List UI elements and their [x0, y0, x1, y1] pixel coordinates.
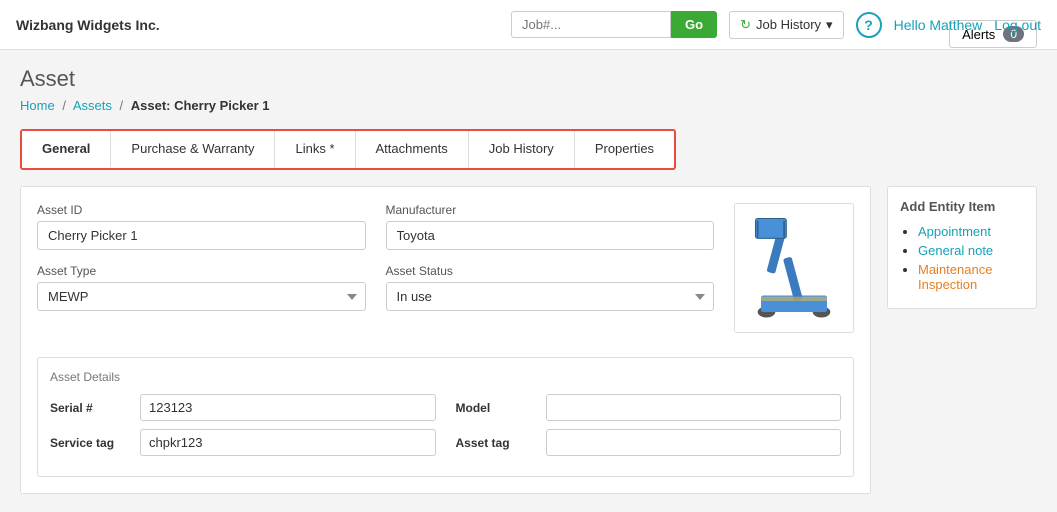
top-form-section: Asset ID Manufacturer Asset Type	[37, 203, 854, 349]
logout-button[interactable]: Log out	[994, 17, 1041, 33]
page-title: Asset	[20, 66, 1037, 92]
manufacturer-input[interactable]	[386, 221, 715, 250]
asset-status-label: Asset Status	[386, 264, 715, 278]
row-asset-id-manufacturer: Asset ID Manufacturer	[37, 203, 714, 250]
service-tag-input[interactable]	[140, 429, 436, 456]
list-item-general-note: General note	[918, 243, 1024, 258]
tab-links[interactable]: Links *	[275, 131, 355, 168]
user-greeting[interactable]: Hello Matthew	[894, 17, 983, 33]
tabs-container: General Purchase & Warranty Links * Atta…	[20, 129, 676, 170]
breadcrumb-assets[interactable]: Assets	[73, 98, 112, 113]
list-item-maintenance: Maintenance Inspection	[918, 262, 1024, 292]
details-col-asset-tag: Asset tag	[456, 429, 842, 456]
row-asset-type-status: Asset Type MEWP Asset Status In use	[37, 264, 714, 311]
service-tag-label: Service tag	[50, 436, 130, 450]
top-form-left: Asset ID Manufacturer Asset Type	[37, 203, 714, 349]
asset-tag-label: Asset tag	[456, 436, 536, 450]
add-entity-list: Appointment General note Maintenance Ins…	[900, 224, 1024, 292]
details-row-serial-model: Serial # Model	[50, 394, 841, 421]
add-entity-title: Add Entity Item	[900, 199, 1024, 214]
tab-general[interactable]: General	[22, 131, 111, 168]
details-col-service-tag: Service tag	[50, 429, 436, 456]
go-button[interactable]: Go	[671, 11, 717, 38]
list-item-appointment: Appointment	[918, 224, 1024, 239]
maintenance-link[interactable]: Maintenance Inspection	[918, 262, 992, 292]
search-bar: Go	[511, 11, 717, 38]
asset-details-title: Asset Details	[50, 370, 841, 384]
col-asset-type: Asset Type MEWP	[37, 264, 366, 311]
breadcrumb-current: Asset: Cherry Picker 1	[131, 98, 270, 113]
add-entity-panel: Add Entity Item Appointment General note…	[887, 186, 1037, 309]
search-input[interactable]	[511, 11, 671, 38]
asset-status-select[interactable]: In use	[386, 282, 715, 311]
asset-details-box: Asset Details Serial # Model Service tag	[37, 357, 854, 477]
breadcrumb: Home / Assets / Asset: Cherry Picker 1	[20, 98, 1037, 113]
asset-image	[734, 203, 854, 333]
col-asset-status: Asset Status In use	[386, 264, 715, 311]
breadcrumb-separator-1: /	[62, 98, 66, 113]
tab-properties[interactable]: Properties	[575, 131, 674, 168]
job-history-label: Job History	[756, 17, 821, 32]
tab-attachments[interactable]: Attachments	[356, 131, 469, 168]
tab-job-history[interactable]: Job History	[469, 131, 575, 168]
details-row-service-tag-asset-tag: Service tag Asset tag	[50, 429, 841, 456]
serial-input[interactable]	[140, 394, 436, 421]
col-manufacturer: Manufacturer	[386, 203, 715, 250]
breadcrumb-home[interactable]: Home	[20, 98, 55, 113]
asset-type-select[interactable]: MEWP	[37, 282, 366, 311]
asset-id-input[interactable]	[37, 221, 366, 250]
breadcrumb-separator-2: /	[119, 98, 123, 113]
asset-tag-input[interactable]	[546, 429, 842, 456]
serial-label: Serial #	[50, 401, 130, 415]
col-asset-id: Asset ID	[37, 203, 366, 250]
page-content: Alerts 0 Asset Home / Assets / Asset: Ch…	[0, 50, 1057, 510]
model-input[interactable]	[546, 394, 842, 421]
model-label: Model	[456, 401, 536, 415]
help-button[interactable]: ?	[856, 12, 882, 38]
refresh-icon: ↻	[740, 17, 751, 33]
main-panel: Asset ID Manufacturer Asset Type	[20, 186, 871, 494]
side-panel: Add Entity Item Appointment General note…	[887, 186, 1037, 494]
details-col-serial: Serial #	[50, 394, 436, 421]
asset-id-label: Asset ID	[37, 203, 366, 217]
appointment-link[interactable]: Appointment	[918, 224, 991, 239]
header: Wizbang Widgets Inc. Go ↻ Job History ▾ …	[0, 0, 1057, 50]
main-layout: Asset ID Manufacturer Asset Type	[20, 186, 1037, 494]
company-logo: Wizbang Widgets Inc.	[16, 17, 160, 33]
cherry-picker-svg	[749, 213, 839, 323]
asset-type-label: Asset Type	[37, 264, 366, 278]
manufacturer-label: Manufacturer	[386, 203, 715, 217]
tab-purchase-warranty[interactable]: Purchase & Warranty	[111, 131, 275, 168]
dropdown-arrow-icon: ▾	[826, 17, 833, 33]
job-history-button[interactable]: ↻ Job History ▾	[729, 11, 843, 39]
general-note-link[interactable]: General note	[918, 243, 993, 258]
details-col-model: Model	[456, 394, 842, 421]
